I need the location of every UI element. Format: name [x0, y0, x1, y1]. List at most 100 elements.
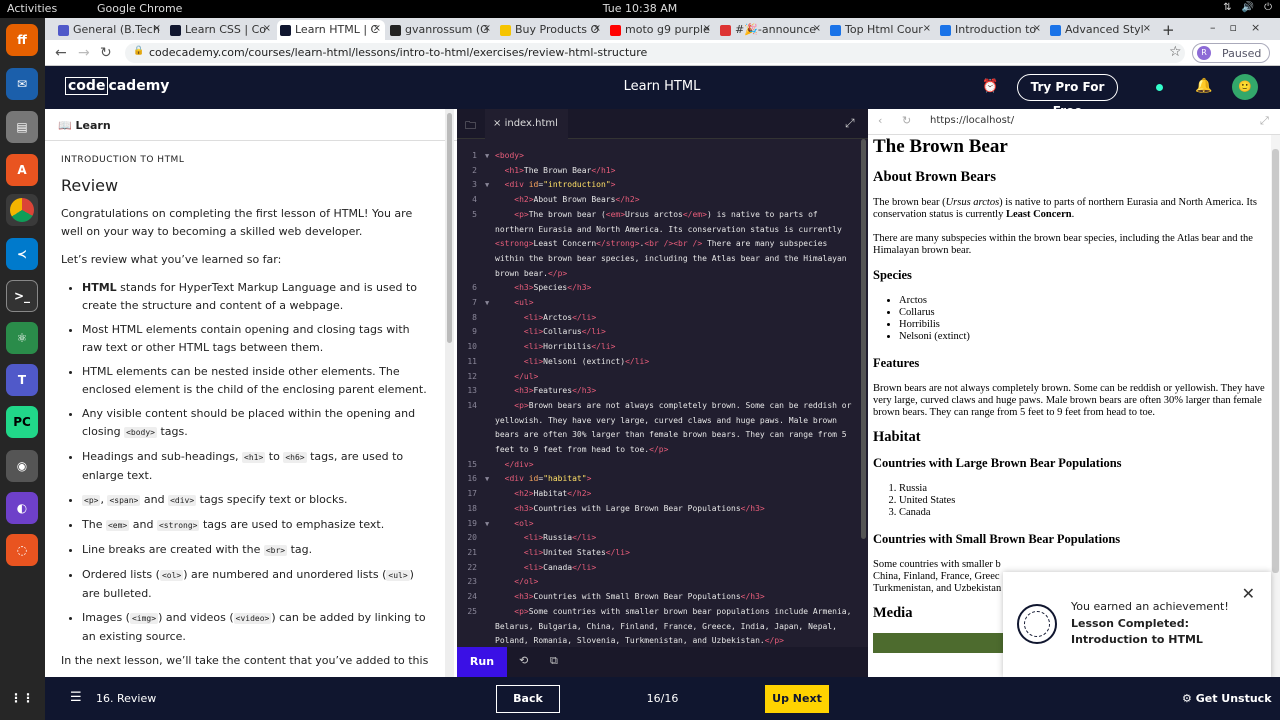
- up-next-button[interactable]: Up Next: [765, 685, 829, 713]
- code-line[interactable]: 20 <li>Russia</li>: [457, 531, 861, 546]
- code-line[interactable]: 14 <p>Brown bears are not always complet…: [457, 399, 861, 458]
- browser-tab-active[interactable]: Learn HTML | C ×: [277, 20, 385, 40]
- code-line[interactable]: 23 </ol>: [457, 575, 861, 590]
- close-icon[interactable]: ✕: [1242, 584, 1255, 603]
- folder-icon[interactable]: 🗀: [465, 117, 476, 136]
- browser-tab[interactable]: Learn CSS | Co ×: [167, 20, 275, 40]
- close-icon[interactable]: ×: [263, 23, 271, 34]
- browser-tab[interactable]: Top Html Cour ×: [827, 20, 935, 40]
- chrome-icon[interactable]: [6, 194, 38, 226]
- codecademy-logo[interactable]: code cademy: [65, 77, 169, 95]
- close-icon[interactable]: ×: [1033, 23, 1041, 34]
- app-menu[interactable]: Google Chrome: [97, 2, 182, 15]
- file-tab[interactable]: × index.html: [485, 109, 568, 139]
- code-line[interactable]: 5 <p>The brown bear (<em>Ursus arctos</e…: [457, 208, 861, 282]
- firefox-icon[interactable]: ff: [6, 24, 38, 56]
- browser-tab[interactable]: Introduction to ×: [937, 20, 1045, 40]
- hamburger-menu-icon[interactable]: ☰: [70, 690, 82, 705]
- camera-icon[interactable]: ◉: [6, 450, 38, 482]
- code-line[interactable]: 6 <h3>Species</h3>: [457, 281, 861, 296]
- close-icon[interactable]: ×: [1143, 23, 1151, 34]
- close-icon[interactable]: ×: [373, 23, 381, 34]
- code-area[interactable]: 1 ▼ <body> 2 <h1>The Brown Bear</h1> 3 ▼ <div…: [457, 149, 861, 664]
- preview-back-icon[interactable]: ‹: [878, 114, 882, 127]
- close-icon[interactable]: ×: [483, 23, 491, 34]
- ubuntu-icon[interactable]: ◌: [6, 534, 38, 566]
- reset-icon[interactable]: ⟲: [519, 654, 528, 667]
- preview-scrollbar[interactable]: [1271, 135, 1280, 677]
- code-line[interactable]: 22 <li>Canada</li>: [457, 561, 861, 576]
- menu-kebab-icon[interactable]: ⋮: [1275, 45, 1280, 61]
- code-line[interactable]: 10 <li>Horribilis</li>: [457, 340, 861, 355]
- preview-expand-icon[interactable]: ⤢: [1260, 114, 1269, 128]
- code-line[interactable]: 19 ▼ <ol>: [457, 517, 861, 532]
- try-pro-button[interactable]: Try Pro For Free: [1017, 74, 1118, 118]
- code-line[interactable]: 8 <li>Arctos</li>: [457, 311, 861, 326]
- code-line[interactable]: 17 <h2>Habitat</h2>: [457, 487, 861, 502]
- files-icon[interactable]: ▤: [6, 111, 38, 143]
- scroll-thumb[interactable]: [447, 113, 452, 343]
- expand-icon[interactable]: ⤢: [845, 116, 855, 131]
- alarm-icon[interactable]: ⏰: [982, 79, 998, 94]
- run-button[interactable]: Run: [457, 647, 507, 677]
- code-line[interactable]: 7 ▼ <ul>: [457, 296, 861, 311]
- code-line[interactable]: 25 <p>Some countries with smaller brown …: [457, 605, 861, 649]
- back-button[interactable]: Back: [496, 685, 560, 713]
- show-apps-icon[interactable]: ⋮⋮: [6, 682, 38, 714]
- code-line[interactable]: 4 <h2>About Brown Bears</h2>: [457, 193, 861, 208]
- teams-icon[interactable]: T: [6, 364, 38, 396]
- code-line[interactable]: 9 <li>Collarus</li>: [457, 325, 861, 340]
- code-line[interactable]: 12 </ul>: [457, 370, 861, 385]
- software-icon[interactable]: A: [6, 154, 38, 186]
- forward-arrow-icon[interactable]: →: [78, 45, 90, 61]
- browser-tab[interactable]: gvanrossum (G ×: [387, 20, 495, 40]
- browser-tab[interactable]: moto g9 purple ×: [607, 20, 715, 40]
- preview-reload-icon[interactable]: ↻: [902, 114, 911, 127]
- close-icon[interactable]: ×: [493, 118, 501, 129]
- activities-button[interactable]: Activities: [7, 2, 57, 15]
- code-line[interactable]: 13 <h3>Features</h3>: [457, 384, 861, 399]
- scroll-thumb[interactable]: [1272, 149, 1279, 573]
- reload-icon[interactable]: ↻: [100, 45, 112, 61]
- bell-icon[interactable]: 🔔: [1195, 78, 1212, 94]
- close-icon[interactable]: ×: [593, 23, 601, 34]
- back-arrow-icon[interactable]: ←: [55, 45, 67, 61]
- code-line[interactable]: 21 <li>United States</li>: [457, 546, 861, 561]
- bookmark-star-icon[interactable]: ☆: [1169, 44, 1182, 60]
- clock[interactable]: Tue 10:38 AM: [600, 2, 680, 15]
- close-icon[interactable]: ×: [923, 23, 931, 34]
- code-line[interactable]: 16 ▼ <div id="habitat">: [457, 472, 861, 487]
- browser-tab[interactable]: Advanced Styl ×: [1047, 20, 1155, 40]
- atom-icon[interactable]: ⚛: [6, 322, 38, 354]
- lesson-name[interactable]: 16. Review: [96, 692, 156, 705]
- profile-paused-button[interactable]: R Paused: [1192, 43, 1270, 63]
- get-unstuck-button[interactable]: ⚙ Get Unstuck: [1182, 692, 1272, 705]
- window-controls[interactable]: –▫×: [1210, 21, 1274, 34]
- close-icon[interactable]: ×: [703, 23, 711, 34]
- code-line[interactable]: 3 ▼ <div id="introduction">: [457, 178, 861, 193]
- copy-icon[interactable]: ⧉: [550, 654, 558, 668]
- code-line[interactable]: 2 <h1>The Brown Bear</h1>: [457, 164, 861, 179]
- browser-tab[interactable]: General (B.Tech ×: [55, 20, 165, 40]
- url-field[interactable]: 🔒 codecademy.com/courses/learn-html/lesso…: [125, 43, 1185, 63]
- code-line[interactable]: 24 <h3>Countries with Small Brown Bear P…: [457, 590, 861, 605]
- code-line[interactable]: 1 ▼ <body>: [457, 149, 861, 164]
- close-icon[interactable]: ×: [153, 23, 161, 34]
- pycharm-icon[interactable]: PC: [6, 406, 38, 438]
- learn-scrollbar[interactable]: [445, 109, 454, 677]
- user-avatar[interactable]: 🙂: [1232, 74, 1258, 100]
- list-item: Arctos: [899, 295, 1266, 307]
- thunderbird-icon[interactable]: ✉: [6, 68, 38, 100]
- close-icon[interactable]: ×: [813, 23, 821, 34]
- system-tray[interactable]: ⇅ 🔊 ⏻: [1223, 2, 1272, 13]
- code-line[interactable]: 11 <li>Nelsoni (extinct)</li>: [457, 355, 861, 370]
- browser-tab[interactable]: #🎉-announce ×: [717, 20, 825, 40]
- new-tab-button[interactable]: +: [1159, 20, 1179, 40]
- terminal-icon[interactable]: >_: [6, 280, 38, 312]
- github-desktop-icon[interactable]: ◐: [6, 492, 38, 524]
- editor-scrollbar[interactable]: [861, 139, 866, 539]
- browser-tab[interactable]: Buy Products O ×: [497, 20, 605, 40]
- code-line[interactable]: 15 </div>: [457, 458, 861, 473]
- code-line[interactable]: 18 <h3>Countries with Large Brown Bear P…: [457, 502, 861, 517]
- vscode-icon[interactable]: ≺: [6, 238, 38, 270]
